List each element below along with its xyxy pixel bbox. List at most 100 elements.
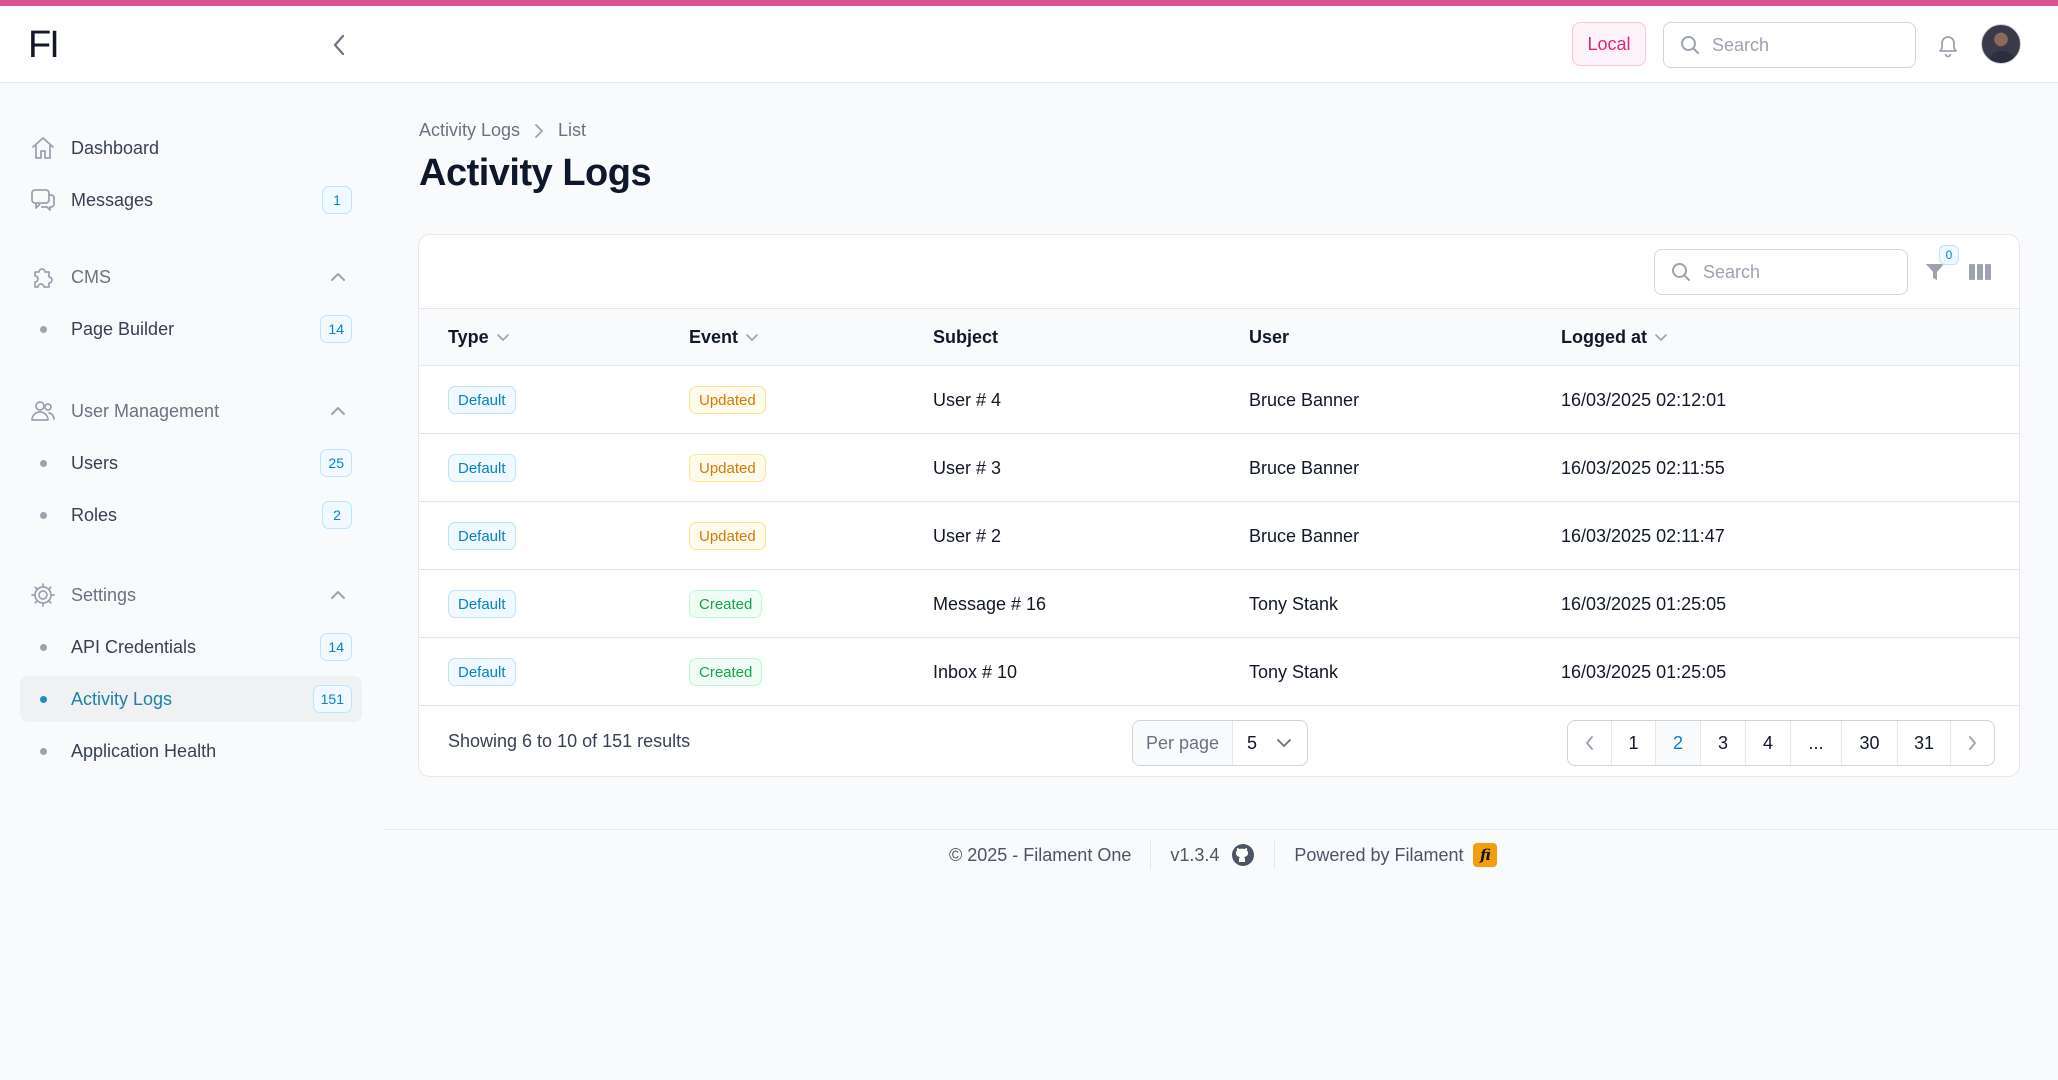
page-title: Activity Logs xyxy=(419,152,652,194)
page-button-4[interactable]: 4 xyxy=(1746,721,1791,765)
sidebar-count-badge: 151 xyxy=(312,685,352,713)
next-page-button[interactable] xyxy=(1951,721,1994,765)
logged-at-cell: 16/03/2025 01:25:05 xyxy=(1561,593,1727,614)
event-badge: Created xyxy=(689,590,763,618)
chevron-right-icon xyxy=(1969,736,1976,750)
filament-logo: fi xyxy=(1473,843,1498,867)
sidebar-item-dashboard[interactable]: Dashboard xyxy=(20,125,362,171)
chevron-up-icon[interactable] xyxy=(328,267,348,287)
column-header-logged-at[interactable]: Logged at xyxy=(1561,327,1667,348)
page-button-1[interactable]: 1 xyxy=(1612,721,1656,765)
collapse-sidebar-button[interactable] xyxy=(326,30,352,60)
user-avatar[interactable] xyxy=(1981,24,2021,64)
sidebar-item-api-credentials[interactable]: API Credentials 14 xyxy=(20,624,362,670)
app-logo[interactable]: FI xyxy=(28,24,60,67)
table-row[interactable]: Default Updated User # 2 Bruce Banner 16… xyxy=(419,502,2019,570)
logged-at-cell: 16/03/2025 02:11:47 xyxy=(1561,525,1725,546)
sidebar-group-settings[interactable]: Settings xyxy=(20,575,362,615)
table-header: Type Event Subject User Logged at xyxy=(419,308,2019,366)
filter-count-badge: 0 xyxy=(1939,245,1959,265)
sidebar-count-badge: 2 xyxy=(322,501,352,529)
user-cell: Tony Stank xyxy=(1249,661,1339,682)
table-row[interactable]: Default Updated User # 4 Bruce Banner 16… xyxy=(419,366,2019,434)
breadcrumb-parent-link[interactable]: Activity Logs xyxy=(419,120,520,141)
per-page-select[interactable]: 5 xyxy=(1233,721,1307,765)
sidebar-item-label: Roles xyxy=(71,504,118,525)
page-button-31[interactable]: 31 xyxy=(1898,721,1951,765)
event-badge: Updated xyxy=(689,522,766,550)
event-badge: Created xyxy=(689,658,763,686)
sidebar-count-badge: 25 xyxy=(320,449,352,477)
sidebar-group-label: Settings xyxy=(71,584,137,605)
column-header-type[interactable]: Type xyxy=(448,327,509,348)
sidebar-item-label: Users xyxy=(71,452,119,473)
table-search[interactable] xyxy=(1654,249,1908,295)
page-ellipsis: ... xyxy=(1791,721,1842,765)
footer-version: v1.3.4 xyxy=(1170,844,1220,865)
user-cell: Bruce Banner xyxy=(1249,457,1360,478)
sidebar-item-label: Application Health xyxy=(71,740,217,761)
column-header-label: Subject xyxy=(933,327,999,347)
column-header-label: Type xyxy=(448,327,489,347)
puzzle-icon xyxy=(29,263,57,291)
chevron-up-icon[interactable] xyxy=(328,401,348,421)
global-search-input[interactable] xyxy=(1712,34,1892,56)
sidebar-item-messages[interactable]: Messages 1 xyxy=(20,177,362,223)
bullet-icon xyxy=(40,459,47,467)
table-row[interactable]: Default Updated User # 3 Bruce Banner 16… xyxy=(419,434,2019,502)
search-icon xyxy=(1681,36,1699,54)
chevron-left-icon xyxy=(1586,736,1593,750)
logged-at-cell: 16/03/2025 02:12:01 xyxy=(1561,389,1727,410)
footer-divider xyxy=(383,829,2058,830)
pagination: 1 2 3 4 ... 30 31 xyxy=(1567,720,1995,766)
page-button-3[interactable]: 3 xyxy=(1701,721,1746,765)
logged-at-cell: 16/03/2025 01:25:05 xyxy=(1561,661,1727,682)
activity-logs-table-card: 0 Type Event Subject User Logged at Defa… xyxy=(418,234,2020,777)
subject-cell: Inbox # 10 xyxy=(933,661,1018,682)
search-icon xyxy=(1672,263,1690,281)
github-icon[interactable] xyxy=(1231,843,1255,867)
sidebar-group-label: CMS xyxy=(71,266,111,287)
table-toolbar: 0 xyxy=(419,235,2019,308)
previous-page-button[interactable] xyxy=(1568,721,1612,765)
sidebar-count-badge: 1 xyxy=(322,186,352,214)
environment-badge: Local xyxy=(1572,22,1646,66)
column-header-event[interactable]: Event xyxy=(689,327,758,348)
column-header-label: Event xyxy=(689,327,739,347)
sidebar-group-cms[interactable]: CMS xyxy=(20,257,362,297)
chevron-left-icon xyxy=(333,34,345,56)
table-footer: Showing 6 to 10 of 151 results Per page … xyxy=(419,706,2019,776)
sidebar-group-user-management[interactable]: User Management xyxy=(20,391,362,431)
table-row[interactable]: Default Created Message # 16 Tony Stank … xyxy=(419,570,2019,638)
bullet-icon xyxy=(40,643,47,651)
table-search-input[interactable] xyxy=(1703,261,1883,283)
chevron-down-icon xyxy=(496,333,509,341)
sidebar-item-roles[interactable]: Roles 2 xyxy=(20,492,362,538)
table-row[interactable]: Default Created Inbox # 10 Tony Stank 16… xyxy=(419,638,2019,706)
results-summary: Showing 6 to 10 of 151 results xyxy=(448,731,691,751)
page-button-2[interactable]: 2 xyxy=(1656,721,1701,765)
column-header-label: Logged at xyxy=(1561,327,1647,347)
toggle-columns-button[interactable] xyxy=(1967,259,1993,285)
footer-separator xyxy=(1274,841,1276,869)
sidebar-item-page-builder[interactable]: Page Builder 14 xyxy=(20,306,362,352)
chevron-up-icon[interactable] xyxy=(328,585,348,605)
notifications-button[interactable] xyxy=(1934,31,1962,59)
sidebar-item-application-health[interactable]: Application Health xyxy=(20,728,362,774)
per-page-value: 5 xyxy=(1247,732,1258,753)
sidebar-item-label: API Credentials xyxy=(71,636,197,657)
top-bar: FI Local xyxy=(0,6,2058,83)
sidebar-group-label: User Management xyxy=(71,400,220,421)
sidebar-item-activity-logs[interactable]: Activity Logs 151 xyxy=(20,676,362,722)
footer-powered-by[interactable]: Powered by Filament xyxy=(1294,845,1463,866)
user-cell: Bruce Banner xyxy=(1249,525,1360,546)
bullet-icon xyxy=(40,695,47,703)
global-search[interactable] xyxy=(1663,22,1916,68)
bullet-icon xyxy=(40,511,47,519)
page-button-30[interactable]: 30 xyxy=(1842,721,1898,765)
bullet-icon xyxy=(40,747,47,755)
sidebar-item-label: Page Builder xyxy=(71,318,175,339)
type-badge: Default xyxy=(448,658,516,686)
sidebar-item-users[interactable]: Users 25 xyxy=(20,440,362,486)
home-icon xyxy=(29,134,57,162)
